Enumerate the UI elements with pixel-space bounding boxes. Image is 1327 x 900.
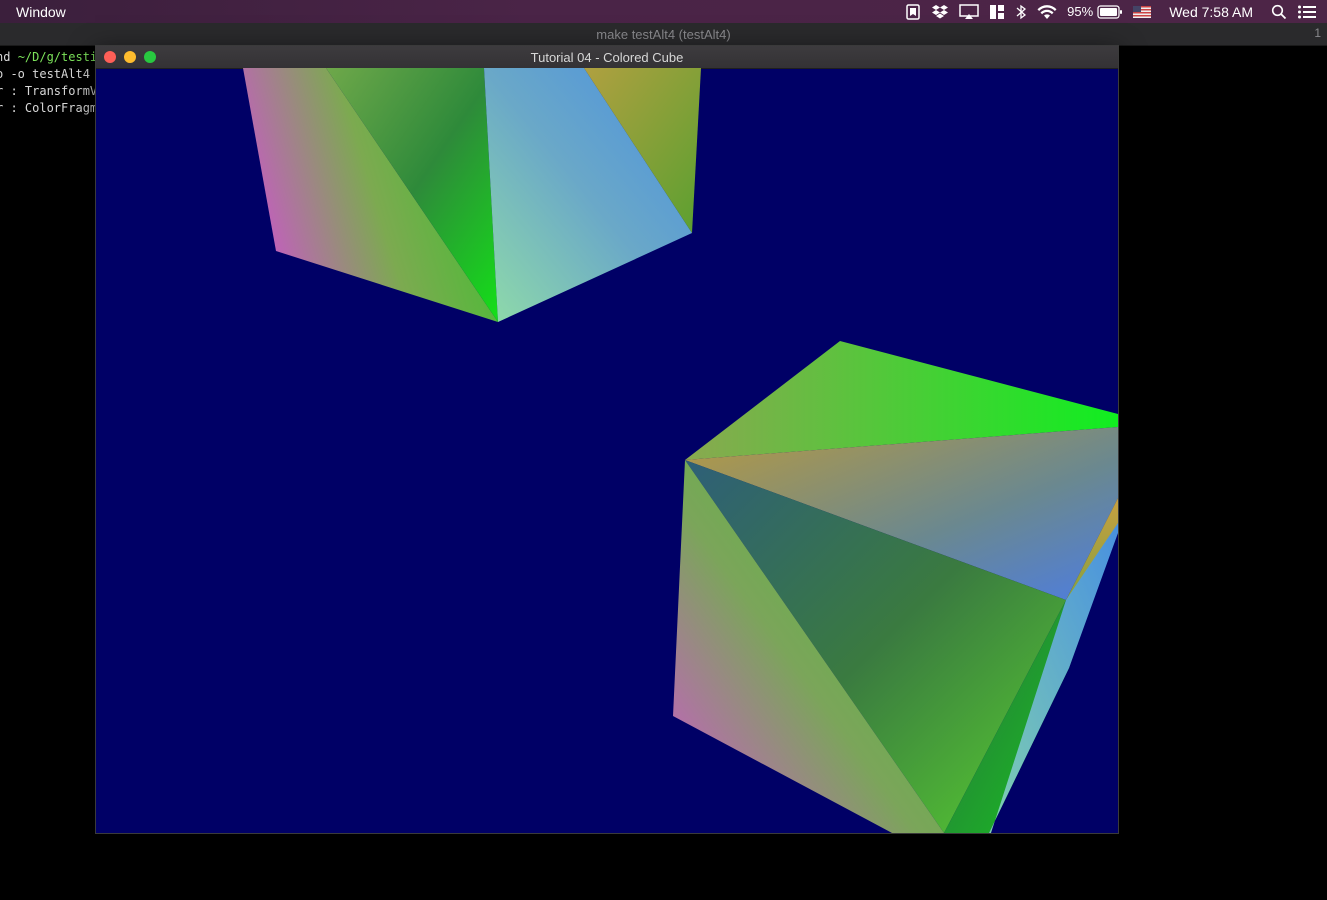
menu-bar: Window 95% Wed 7:58 AM (0, 0, 1327, 23)
menubar-clock[interactable]: Wed 7:58 AM (1169, 4, 1253, 20)
close-button[interactable] (104, 51, 116, 63)
menu-window[interactable]: Window (16, 4, 66, 20)
terminal-line: nd ~/D/g/testi (0, 50, 98, 64)
terminal-output[interactable]: nd ~/D/g/testi o -o testAlt4 r : Transform… (0, 49, 97, 117)
gl-window-title: Tutorial 04 - Colored Cube (530, 49, 684, 65)
terminal-line: o -o testAlt4 (0, 67, 90, 81)
terminal-line: r : TransformV (0, 84, 98, 98)
script-editor-icon[interactable] (905, 3, 921, 20)
dropbox-icon[interactable] (931, 4, 949, 20)
terminal-tab-number: 1 (1314, 26, 1321, 40)
opengl-window[interactable]: Tutorial 04 - Colored Cube (95, 45, 1119, 834)
airplay-icon[interactable] (959, 3, 979, 20)
notification-center-icon[interactable] (1297, 4, 1317, 20)
battery-icon[interactable] (1097, 4, 1123, 19)
spotlight-search-icon[interactable] (1271, 4, 1287, 20)
gl-render-canvas[interactable] (96, 68, 1118, 833)
window-tiling-icon[interactable] (989, 4, 1005, 20)
bluetooth-icon[interactable] (1015, 4, 1027, 20)
wifi-icon[interactable] (1037, 4, 1057, 20)
terminal-title: make testAlt4 (testAlt4) (596, 26, 731, 42)
maximize-button[interactable] (144, 51, 156, 63)
gl-window-titlebar[interactable]: Tutorial 04 - Colored Cube (96, 46, 1118, 69)
us-flag-icon[interactable] (1133, 5, 1152, 18)
battery-percent: 95% (1067, 4, 1094, 19)
terminal-line: r : ColorFragm (0, 101, 98, 115)
terminal-titlebar[interactable]: make testAlt4 (testAlt4) 1 (0, 23, 1327, 46)
minimize-button[interactable] (124, 51, 136, 63)
